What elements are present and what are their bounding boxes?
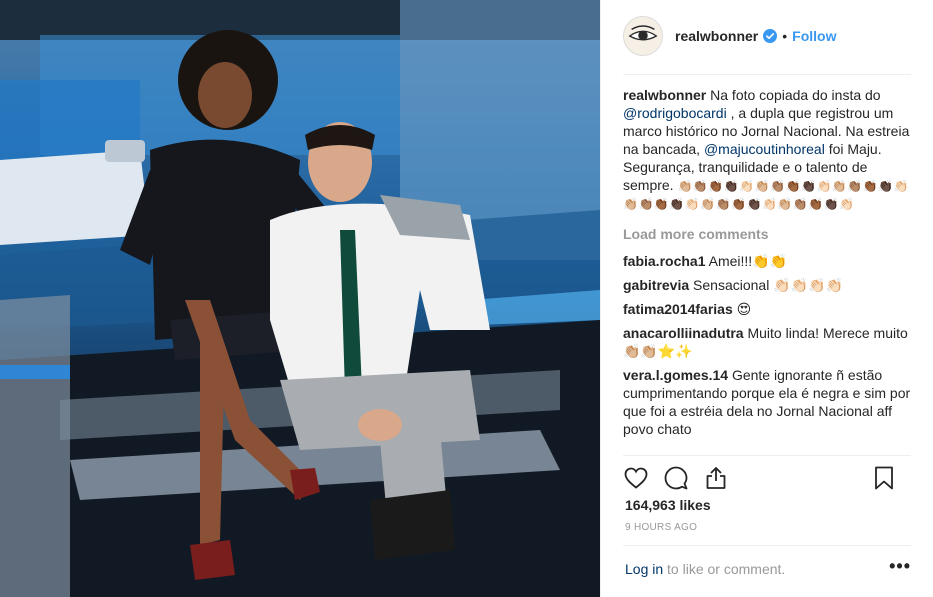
action-bar bbox=[623, 462, 913, 494]
comments-section: realwbonner Na foto copiada do insta do … bbox=[623, 86, 913, 444]
comment-username[interactable]: fabia.rocha1 bbox=[623, 253, 705, 269]
follow-button[interactable]: Follow bbox=[792, 28, 836, 44]
post-photo[interactable] bbox=[0, 0, 600, 597]
post-header: realwbonner • Follow bbox=[623, 14, 913, 58]
save-button[interactable] bbox=[871, 465, 897, 491]
header-username[interactable]: realwbonner bbox=[675, 28, 758, 44]
comment-bubble-icon bbox=[664, 466, 688, 490]
header-separator: • bbox=[782, 28, 788, 44]
comment-text: 😍 bbox=[732, 301, 752, 317]
comment-username[interactable]: fatima2014farias bbox=[623, 301, 733, 317]
comment-item: vera.l.gomes.14 Gente ignorante ñ estão … bbox=[623, 366, 913, 438]
bookmark-icon bbox=[875, 466, 893, 490]
likes-count[interactable]: 164,963 likes bbox=[625, 497, 711, 513]
like-button[interactable] bbox=[623, 465, 649, 491]
caption-mention-rodrigobocardi[interactable]: @rodrigobocardi bbox=[623, 105, 727, 121]
load-more-comments-button[interactable]: Load more comments bbox=[623, 226, 913, 242]
login-link[interactable]: Log in bbox=[625, 561, 663, 577]
comment-username[interactable]: vera.l.gomes.14 bbox=[623, 367, 728, 383]
caption-mention-majucoutinhoreal[interactable]: @majucoutinhoreal bbox=[704, 141, 825, 157]
share-button[interactable] bbox=[703, 465, 729, 491]
studio-photo-illustration bbox=[0, 0, 600, 597]
post-side-panel: realwbonner • Follow realwbonner Na foto… bbox=[600, 0, 933, 597]
actions-divider bbox=[623, 455, 911, 456]
post-timestamp[interactable]: 9 HOURS AGO bbox=[625, 522, 697, 533]
avatar[interactable] bbox=[623, 16, 663, 56]
heart-icon bbox=[624, 467, 648, 489]
more-options-button[interactable]: ••• bbox=[889, 556, 911, 577]
comment-username[interactable]: gabitrevia bbox=[623, 277, 689, 293]
comment-text: Amei!!!👏👏 bbox=[705, 253, 788, 269]
verified-badge-icon bbox=[763, 29, 778, 43]
caption-username[interactable]: realwbonner bbox=[623, 87, 706, 103]
comment-username[interactable]: anacarolliinadutra bbox=[623, 325, 744, 341]
login-prompt-text: to like or comment. bbox=[663, 561, 786, 577]
instagram-post: realwbonner • Follow realwbonner Na foto… bbox=[0, 0, 933, 597]
header-divider bbox=[623, 74, 911, 75]
comment-item: fatima2014farias 😍 bbox=[623, 300, 913, 318]
login-prompt: Log in to like or comment. bbox=[625, 561, 785, 577]
comment-item: gabitrevia Sensacional 👏🏻👏🏻👏🏻👏🏻 bbox=[623, 276, 913, 294]
post-caption: realwbonner Na foto copiada do insta do … bbox=[623, 86, 913, 212]
comment-item: fabia.rocha1 Amei!!!👏👏 bbox=[623, 252, 913, 270]
comment-button[interactable] bbox=[663, 465, 689, 491]
comment-text: Sensacional 👏🏻👏🏻👏🏻👏🏻 bbox=[689, 277, 843, 293]
caption-text-1: Na foto copiada do insta do bbox=[706, 87, 881, 103]
comment-item: anacarolliinadutra Muito linda! Merece m… bbox=[623, 324, 913, 360]
eye-avatar-icon bbox=[624, 17, 662, 55]
share-icon bbox=[706, 467, 726, 489]
footer-divider bbox=[623, 545, 911, 546]
